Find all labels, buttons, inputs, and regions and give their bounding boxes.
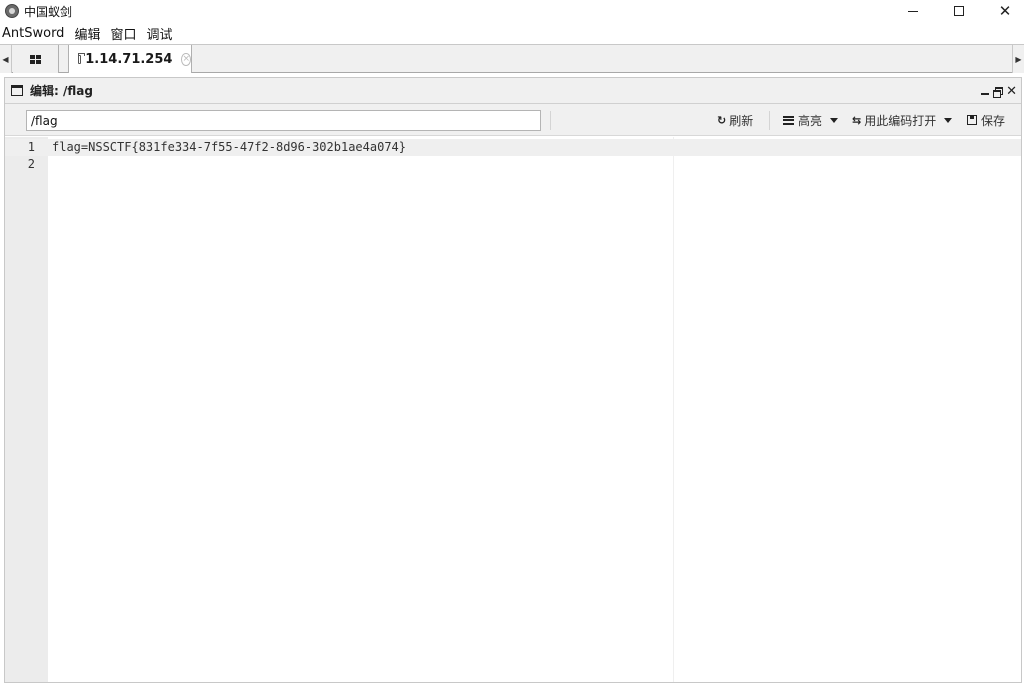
minimize-button[interactable] xyxy=(890,0,936,22)
tab-close-icon[interactable]: × xyxy=(181,52,191,66)
folder-icon xyxy=(78,52,86,64)
maximize-icon xyxy=(954,6,964,16)
close-icon: ✕ xyxy=(998,1,1012,20)
grid-icon xyxy=(30,54,41,64)
tab-strip: ◀ 1.14.71.254 × ▶ xyxy=(0,44,1024,73)
window-icon xyxy=(11,85,23,96)
line-content: flag=NSSCTF{831fe334-7f55-47f2-8d96-302b… xyxy=(52,140,407,154)
app-title: 中国蚁剑 xyxy=(24,4,73,19)
menu-bar: AntSword 编辑 窗口 调试 xyxy=(0,22,1024,44)
open-with-encoding-label: 用此编码打开 xyxy=(864,113,937,128)
refresh-label: 刷新 xyxy=(729,113,754,128)
menu-debug[interactable]: 调试 xyxy=(143,24,175,43)
highlight-label: 高亮 xyxy=(798,113,823,128)
panel-close-icon[interactable]: ✕ xyxy=(1006,85,1017,98)
panel-minimize-icon[interactable] xyxy=(981,93,990,95)
tab-label: 1.14.71.254 xyxy=(85,51,173,67)
highlight-dropdown[interactable]: 高亮 xyxy=(783,104,839,136)
editor-line[interactable]: 1 flag=NSSCTF{831fe334-7f55-47f2-8d96-30… xyxy=(5,139,1021,156)
title-bar: 中国蚁剑 ✕ xyxy=(0,0,1024,22)
close-window-button[interactable]: ✕ xyxy=(982,0,1024,22)
tab-scroll-right-button[interactable]: ▶ xyxy=(1012,45,1024,73)
antsword-logo-icon xyxy=(5,4,19,18)
save-button[interactable]: 保存 xyxy=(967,104,1005,136)
editor-toolbar: ↻ 刷新 高亮 ⇆ 用此编码打开 保存 xyxy=(5,104,1021,136)
toolbar-divider xyxy=(769,111,770,130)
menu-antsword[interactable]: AntSword xyxy=(0,26,67,41)
file-encoding-icon: ⇆ xyxy=(852,113,862,127)
chevron-down-icon xyxy=(944,117,953,123)
line-number-gutter xyxy=(5,137,48,682)
panel-header: 编辑: /flag ✕ xyxy=(5,78,1021,104)
menu-window[interactable]: 窗口 xyxy=(107,24,139,43)
tab-home[interactable] xyxy=(13,45,59,73)
menu-edit[interactable]: 编辑 xyxy=(71,24,103,43)
print-margin xyxy=(673,137,674,682)
toolbar-divider xyxy=(550,111,551,130)
panel-controls: ✕ xyxy=(981,78,1017,104)
panel-restore-icon[interactable] xyxy=(993,86,1004,98)
line-number: 1 xyxy=(27,140,35,154)
save-icon xyxy=(967,115,977,125)
save-label: 保存 xyxy=(981,113,1006,128)
open-with-encoding-dropdown[interactable]: ⇆ 用此编码打开 xyxy=(852,104,953,136)
tab-scroll-left-button[interactable]: ◀ xyxy=(0,45,12,73)
editor-line[interactable]: 2 xyxy=(5,156,1021,173)
refresh-button[interactable]: ↻ 刷新 xyxy=(717,104,753,136)
chevron-down-icon xyxy=(830,117,839,123)
code-editor[interactable]: 1 flag=NSSCTF{831fe334-7f55-47f2-8d96-30… xyxy=(5,137,1021,682)
minimize-icon xyxy=(908,10,918,12)
path-input[interactable] xyxy=(26,110,541,131)
line-number: 2 xyxy=(27,157,35,171)
maximize-button[interactable] xyxy=(936,0,982,22)
panel-title: 编辑: /flag xyxy=(30,84,93,98)
refresh-icon: ↻ xyxy=(717,113,727,127)
list-icon xyxy=(783,115,794,125)
editor-panel: 编辑: /flag ✕ ↻ 刷新 高亮 ⇆ 用此编码打开 保存 xyxy=(4,77,1022,683)
tab-shell[interactable]: 1.14.71.254 × xyxy=(68,45,192,73)
